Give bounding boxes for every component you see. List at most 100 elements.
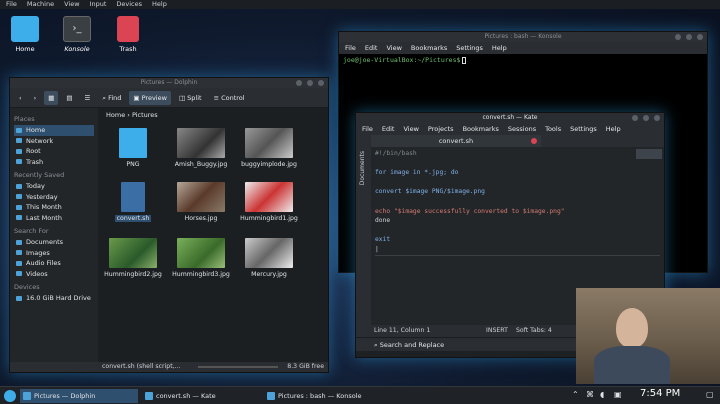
tray-up-icon[interactable]: ⌃ xyxy=(572,390,579,399)
file-item[interactable]: convert.sh xyxy=(102,182,164,223)
search-videos[interactable]: Videos xyxy=(14,269,94,280)
desktop-trash-icon[interactable]: Trash xyxy=(112,16,144,53)
dolphin-window[interactable]: Pictures — Dolphin ‹ › ▦ ▤ ☰ ⌕ Find ▣ Pr… xyxy=(9,77,329,373)
task-dolphin[interactable]: Pictures — Dolphin xyxy=(20,389,138,403)
find-button[interactable]: ⌕ Find xyxy=(98,91,125,105)
recent-this-month[interactable]: This Month xyxy=(14,202,94,213)
code-line-current: | xyxy=(375,245,660,256)
volume-icon[interactable]: ◖ xyxy=(600,390,604,399)
control-button[interactable]: ≡ Control xyxy=(210,91,249,105)
file-item[interactable]: Hummingbird2.jpg xyxy=(102,238,164,279)
breadcrumb-home[interactable]: Home xyxy=(106,111,125,119)
zoom-slider[interactable] xyxy=(198,366,278,368)
breadcrumb-pictures[interactable]: Pictures xyxy=(132,111,158,119)
vm-menu-machine[interactable]: Machine xyxy=(27,0,54,9)
kate-menu-settings[interactable]: Settings xyxy=(570,123,597,135)
kate-menu-edit[interactable]: Edit xyxy=(382,123,395,135)
tab-convert-sh[interactable]: convert.sh xyxy=(371,135,541,147)
vm-menu-devices[interactable]: Devices xyxy=(116,0,142,9)
clipboard-icon[interactable]: ▣ xyxy=(614,390,622,399)
image-thumbnail xyxy=(245,182,293,212)
split-button[interactable]: ◫ Split xyxy=(175,91,206,105)
kate-menu-help[interactable]: Help xyxy=(606,123,621,135)
kate-menu-sessions[interactable]: Sessions xyxy=(508,123,536,135)
documents-sidetab[interactable]: Documents xyxy=(359,151,366,185)
file-view[interactable]: Home › Pictures PNG Amish_Buggy.jpg bugg… xyxy=(98,108,328,362)
file-item[interactable]: Hummingbird3.jpg xyxy=(170,238,232,279)
konsole-menu-edit[interactable]: Edit xyxy=(365,42,378,54)
input-mode[interactable]: INSERT xyxy=(486,325,508,337)
close-tab-icon[interactable] xyxy=(531,138,537,144)
kate-menu-projects[interactable]: Projects xyxy=(428,123,454,135)
maximize-icon[interactable] xyxy=(307,80,313,86)
file-item[interactable]: buggyimplode.jpg xyxy=(238,128,300,169)
recent-yesterday[interactable]: Yesterday xyxy=(14,192,94,203)
code-line: for image in *.jpg; do xyxy=(375,169,459,177)
recent-last-month[interactable]: Last Month xyxy=(14,213,94,224)
desktop-konsole-icon[interactable]: ›_ Konsole xyxy=(61,16,93,53)
konsole-menu-help[interactable]: Help xyxy=(492,42,507,54)
places-network[interactable]: Network xyxy=(14,136,94,147)
search-images[interactable]: Images xyxy=(14,248,94,259)
details-view-icon[interactable]: ☰ xyxy=(81,91,95,105)
recent-today[interactable]: Today xyxy=(14,181,94,192)
icons-view-icon[interactable]: ▦ xyxy=(44,90,59,105)
code-line: done xyxy=(375,217,391,225)
vm-menu-help[interactable]: Help xyxy=(152,0,167,9)
places-header: Places xyxy=(14,115,35,123)
kate-menu-bookmarks[interactable]: Bookmarks xyxy=(463,123,499,135)
vm-menu-view[interactable]: View xyxy=(64,0,79,9)
maximize-icon[interactable] xyxy=(686,34,692,40)
close-icon[interactable] xyxy=(654,115,660,121)
kate-menu-view[interactable]: View xyxy=(403,123,418,135)
vm-menu-file[interactable]: File xyxy=(6,0,17,9)
kate-menu-tools[interactable]: Tools xyxy=(545,123,561,135)
back-icon[interactable]: ‹ xyxy=(15,91,26,105)
minimize-icon[interactable] xyxy=(296,80,302,86)
terminal-area[interactable]: joe@joe-VirtualBox:~/Pictures$ xyxy=(339,54,707,66)
file-item[interactable]: Horses.jpg xyxy=(170,182,232,223)
minimap[interactable] xyxy=(636,149,662,159)
kate-titlebar[interactable]: convert.sh — Kate xyxy=(356,113,664,123)
clock[interactable]: 7:54 PM xyxy=(640,388,680,399)
maximize-icon[interactable] xyxy=(643,115,649,121)
konsole-menu-settings[interactable]: Settings xyxy=(456,42,483,54)
script-icon xyxy=(121,182,145,212)
places-root[interactable]: Root xyxy=(14,146,94,157)
show-desktop-icon[interactable]: ▢ xyxy=(706,390,714,399)
kate-side-panel: Documents xyxy=(356,147,371,325)
network-icon[interactable]: ⌘ xyxy=(586,390,594,399)
close-icon[interactable] xyxy=(318,80,324,86)
application-launcher-icon[interactable] xyxy=(4,390,16,402)
konsole-menu-file[interactable]: File xyxy=(345,42,356,54)
minimize-icon[interactable] xyxy=(632,115,638,121)
compact-view-icon[interactable]: ▤ xyxy=(62,91,76,105)
task-konsole[interactable]: Pictures : bash — Konsole xyxy=(264,389,382,403)
search-documents[interactable]: Documents xyxy=(14,237,94,248)
desktop-home-icon[interactable]: Home xyxy=(9,16,41,53)
minimize-icon[interactable] xyxy=(675,34,681,40)
places-trash[interactable]: Trash xyxy=(14,157,94,168)
konsole-menu-view[interactable]: View xyxy=(386,42,401,54)
forward-icon[interactable]: › xyxy=(30,91,41,105)
search-audio[interactable]: Audio Files xyxy=(14,258,94,269)
image-thumbnail xyxy=(245,238,293,268)
konsole-menu-bookmarks[interactable]: Bookmarks xyxy=(411,42,447,54)
vm-menu-input[interactable]: Input xyxy=(90,0,107,9)
file-item[interactable]: Hummingbird1.jpg xyxy=(238,182,300,223)
kate-menu-file[interactable]: File xyxy=(362,123,373,135)
places-home[interactable]: Home xyxy=(14,125,94,136)
file-item[interactable]: Mercury.jpg xyxy=(238,238,300,279)
dolphin-toolbar: ‹ › ▦ ▤ ☰ ⌕ Find ▣ Preview ◫ Split ≡ Con… xyxy=(10,88,328,108)
device-hard-drive[interactable]: 16.0 GiB Hard Drive xyxy=(14,293,94,304)
konsole-titlebar[interactable]: Pictures : bash — Konsole xyxy=(339,32,707,42)
task-kate[interactable]: convert.sh — Kate xyxy=(142,389,260,403)
file-item[interactable]: Amish_Buggy.jpg xyxy=(170,128,232,169)
close-icon[interactable] xyxy=(697,34,703,40)
file-item[interactable]: PNG xyxy=(102,128,164,169)
home-folder-icon xyxy=(11,16,39,42)
preview-button[interactable]: ▣ Preview xyxy=(129,90,171,105)
cursor-position[interactable]: Line 11, Column 1 xyxy=(374,327,430,334)
indent-setting[interactable]: Soft Tabs: 4 xyxy=(516,325,552,337)
dolphin-titlebar[interactable]: Pictures — Dolphin xyxy=(10,78,328,88)
